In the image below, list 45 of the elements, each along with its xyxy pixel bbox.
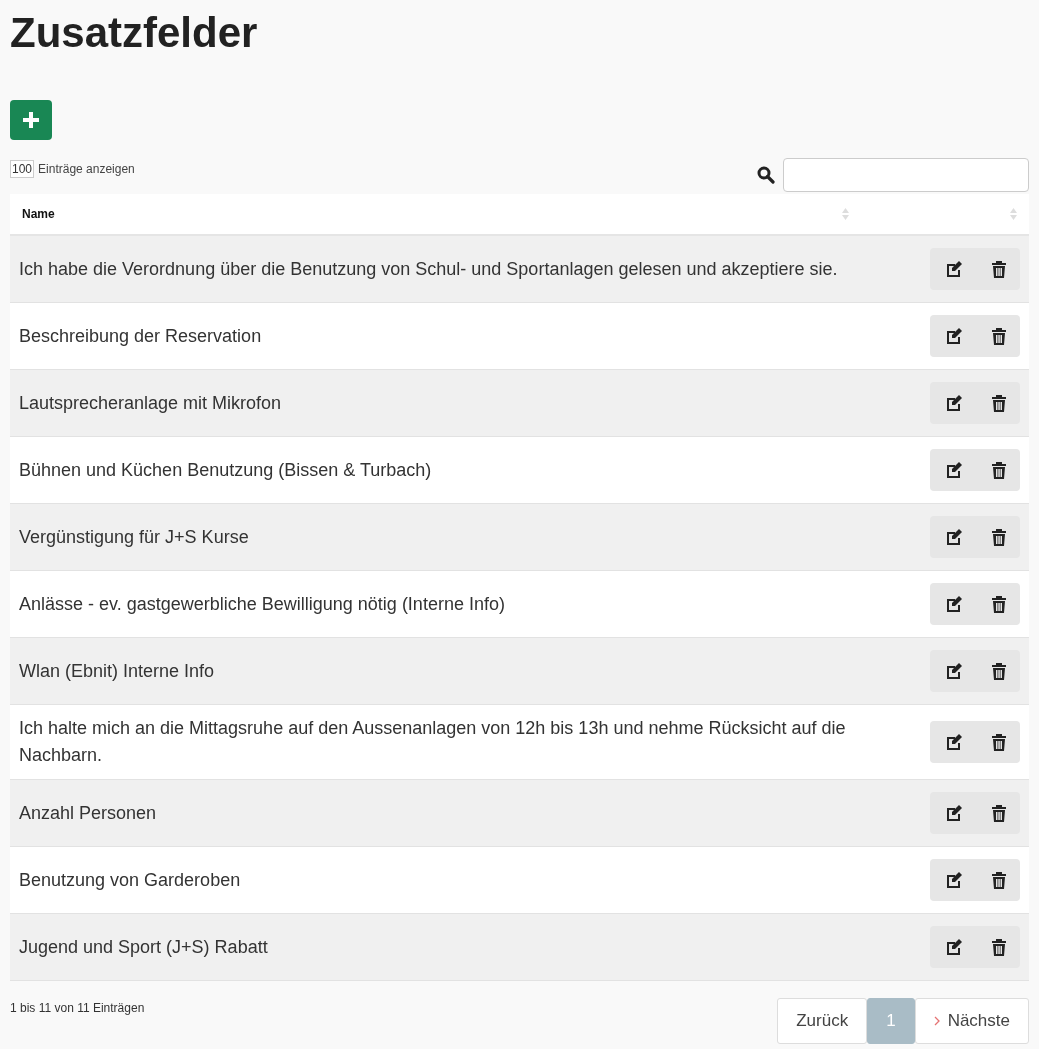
row-name: Wlan (Ebnit) Interne Info — [18, 659, 216, 683]
row-name: Anlässe - ev. gastgewerbliche Bewilligung nötig (Interne Info) — [18, 592, 506, 616]
column-header[interactable]: Name — [22, 207, 55, 221]
trash-icon[interactable] — [991, 327, 1006, 345]
trash-icon[interactable] — [991, 804, 1006, 822]
edit-icon[interactable] — [944, 461, 963, 479]
trash-icon[interactable] — [991, 938, 1006, 956]
edit-icon[interactable] — [944, 733, 963, 751]
trash-icon[interactable] — [991, 394, 1006, 412]
search-field[interactable] — [783, 158, 1029, 192]
edit-icon[interactable] — [944, 260, 963, 278]
edit-icon[interactable] — [944, 394, 963, 412]
row-name: Ich halte mich an die Mittagsruhe auf den Aussenanlagen von 12h bis 13h und nehme Rücksicht auf die Nachbarn. — [18, 717, 847, 767]
row-name: Jugend und Sport (J+S) Rabatt — [18, 935, 269, 959]
edit-icon[interactable] — [944, 804, 963, 822]
row-name: Lautsprecheranlage mit Mikrofon — [18, 391, 283, 415]
trash-icon[interactable] — [991, 260, 1006, 278]
edit-icon[interactable] — [944, 595, 963, 613]
trash-icon[interactable] — [991, 461, 1006, 479]
add-button[interactable] — [10, 100, 52, 140]
page-size-select[interactable]: 100 — [10, 160, 35, 178]
trash-icon[interactable] — [991, 528, 1006, 546]
table-info: 1 bis 11 von 11 Einträgen — [10, 1001, 145, 1015]
previous-button[interactable]: Zurück — [777, 998, 868, 1044]
row-name: Anzahl Personen — [18, 801, 158, 825]
plus-icon — [23, 112, 39, 128]
chevron-icon — [933, 1016, 940, 1026]
trash-icon[interactable] — [991, 871, 1006, 889]
row-name: Benutzung von Garderoben — [18, 868, 242, 892]
trash-icon[interactable] — [991, 662, 1006, 680]
page-title: Zusatzfelder — [10, 8, 259, 58]
trash-icon[interactable] — [991, 595, 1006, 613]
row-name: Beschreibung der Reservation — [18, 324, 263, 348]
next-button[interactable]: Nächste — [914, 998, 1029, 1044]
page-size-label: Einträge anzeigen — [38, 162, 135, 176]
edit-icon[interactable] — [944, 938, 963, 956]
search-icon — [757, 166, 775, 184]
row-name: Bühnen und Küchen Benutzung (Bissen & Turbach) — [18, 458, 433, 482]
edit-icon[interactable] — [944, 662, 963, 680]
row-name: Vergünstigung für J+S Kurse — [18, 525, 250, 549]
trash-icon[interactable] — [991, 733, 1006, 751]
row-name: Ich habe die Verordnung über die Benutzung von Schul- und Sportanlagen gelesen und akzeptiere sie. — [18, 257, 839, 281]
edit-icon[interactable] — [944, 528, 963, 546]
edit-icon[interactable] — [944, 327, 963, 345]
edit-icon[interactable] — [944, 871, 963, 889]
